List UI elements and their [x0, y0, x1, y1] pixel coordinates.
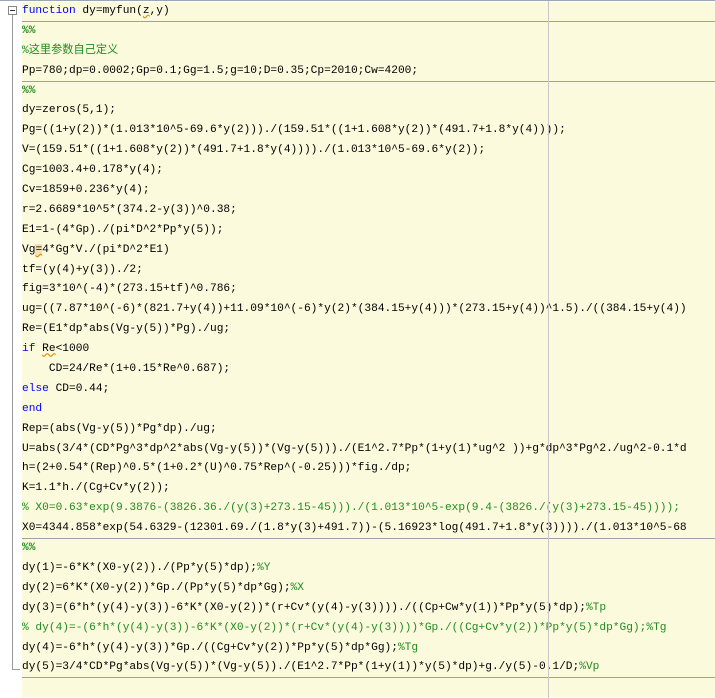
keyword-token: end [22, 402, 43, 415]
code-token: ug=((7.87*10^(-6)*(821.7+y(4))+11.09*10^… [22, 303, 687, 316]
code-token: Cg=1003.4+0.178*y(4); [22, 164, 163, 177]
code-line[interactable]: dy(5)=3/4*CD*Pg*abs(Vg-y(5))*(Vg-y(5))./… [22, 658, 715, 679]
comment-token: %Tp [585, 601, 607, 614]
editor-gutter [0, 1, 22, 698]
code-token: 4*Gg*V./(pi*D^2*E1) [42, 243, 170, 256]
code-token: Cv=1859+0.236*y(4); [22, 184, 150, 197]
comment-token: %这里参数自己定义 [22, 44, 119, 57]
right-margin-line [548, 1, 549, 698]
matlab-editor[interactable]: function dy=myfun(z,y)%% %这里参数自己定义 Pp=780;… [0, 0, 715, 698]
keyword-token: else [22, 382, 49, 395]
keyword-token: if [22, 343, 36, 356]
code-line[interactable]: Cv=1859+0.236*y(4); [22, 181, 715, 201]
code-line[interactable]: dy=zeros(5,1); [22, 101, 715, 121]
code-token: <1000 [55, 343, 90, 356]
code-token: dy=zeros(5,1); [22, 104, 116, 117]
code-line[interactable]: V=(159.51*((1+1.608*y(2))*(491.7+1.8*y(4… [22, 141, 715, 161]
code-line[interactable]: % X0=0.63*exp(9.3876-(3826.36./(y(3)+273… [22, 499, 715, 519]
code-line[interactable]: dy(1)=-6*K*(X0-y(2))./(Pp*y(5)*dp);%Y [22, 559, 715, 579]
code-token: Re=(E1*dp*abs(Vg-y(5))*Pg)./ug; [22, 323, 231, 336]
code-token: Vg [22, 243, 36, 256]
code-token: dy(2)=6*K*(X0-y(2))*Gp./(Pp*y(5)*dp*Gg); [22, 581, 291, 594]
code-token: CD=24/Re*(1+0.15*Re^0.687); [22, 363, 231, 376]
code-line[interactable]: Re=(E1*dp*abs(Vg-y(5))*Pg)./ug; [22, 320, 715, 340]
code-token: r=2.6689*10^5*(374.2-y(3))^0.38; [22, 203, 237, 216]
code-area[interactable]: function dy=myfun(z,y)%% %这里参数自己定义 Pp=780;… [22, 2, 715, 697]
code-line[interactable]: ug=((7.87*10^(-6)*(821.7+y(4))+11.09*10^… [22, 300, 715, 320]
fold-guide-line [12, 15, 13, 670]
code-token: h=(2+0.54*(Rep)^0.5*(1+0.2*(U)^0.75*Rep^… [22, 462, 412, 475]
code-token: Pp=780;dp=0.0002;Gp=0.1;Gg=1.5;g=10;D=0.… [22, 64, 419, 77]
comment-token: %Vp [579, 661, 600, 674]
code-token: dy(4)=-6*h*(y(4)-y(3))*Gp./((Cg+Cv*y(2))… [22, 641, 398, 654]
code-line[interactable]: else CD=0.44; [22, 380, 715, 400]
code-line[interactable]: K=1.1*h./(Cg+Cv*y(2)); [22, 479, 715, 499]
code-token: dy=myfun( [75, 5, 143, 17]
code-line[interactable]: function dy=myfun(z,y) [22, 2, 715, 22]
fold-guide-end [12, 669, 20, 670]
code-line[interactable]: if Re<1000 [22, 340, 715, 360]
code-token: U=abs(3/4*(CD*Pg^3*dp^2*abs(Vg-y(5))*(Vg… [22, 442, 687, 455]
code-line[interactable]: Vg=4*Gg*V./(pi*D^2*E1) [22, 241, 715, 261]
code-line[interactable]: dy(2)=6*K*(X0-y(2))*Gp./(Pp*y(5)*dp*Gg);… [22, 579, 715, 599]
code-line[interactable]: h=(2+0.54*(Rep)^0.5*(1+0.2*(U)^0.75*Rep^… [22, 459, 715, 479]
code-token: tf=(y(4)+y(3))./2; [22, 263, 143, 276]
code-line[interactable]: % dy(4)=-(6*h*(y(4)-y(3))-6*K*(X0-y(2))*… [22, 619, 715, 639]
code-token: X0=4344.858*exp(54.6329-(12301.69./(1.8*… [22, 522, 687, 535]
code-token: ,y) [149, 5, 170, 17]
comment-token: %X [290, 581, 304, 594]
code-line[interactable]: U=abs(3/4*(CD*Pg^3*dp^2*abs(Vg-y(5))*(Vg… [22, 440, 715, 460]
code-line[interactable]: Cg=1003.4+0.178*y(4); [22, 161, 715, 181]
code-line[interactable]: %这里参数自己定义 [22, 42, 715, 62]
code-token: dy(5)=3/4*CD*Pg*abs(Vg-y(5))*(Vg-y(5))./… [22, 661, 580, 674]
code-line[interactable]: dy(3)=(6*h*(y(4)-y(3))-6*K*(X0-y(2))*(r+… [22, 599, 715, 619]
code-token: K=1.1*h./(Cg+Cv*y(2)); [22, 482, 170, 495]
code-token: CD=0.44; [48, 382, 110, 395]
code-token: dy(3)=(6*h*(y(4)-y(3))-6*K*(X0-y(2))*(r+… [22, 601, 586, 614]
code-line[interactable]: %% [22, 539, 715, 559]
code-line[interactable]: tf=(y(4)+y(3))./2; [22, 261, 715, 281]
code-line[interactable]: X0=4344.858*exp(54.6329-(12301.69./(1.8*… [22, 519, 715, 540]
code-line[interactable]: end [22, 400, 715, 420]
code-line[interactable]: r=2.6689*10^5*(374.2-y(3))^0.38; [22, 201, 715, 221]
code-line[interactable]: dy(4)=-6*h*(y(4)-y(3))*Gp./((Cg+Cv*y(2))… [22, 639, 715, 659]
code-token: E1=1-(4*Gp)./(pi*D^2*Pp*y(5)); [22, 223, 224, 236]
code-token: dy(1)=-6*K*(X0-y(2))./(Pp*y(5)*dp); [22, 561, 257, 574]
code-line[interactable]: %% [22, 82, 715, 102]
warning-token: Re [42, 343, 56, 356]
code-line[interactable]: E1=1-(4*Gp)./(pi*D^2*Pp*y(5)); [22, 221, 715, 241]
comment-token: % dy(4)=-(6*h*(y(4)-y(3))-6*K*(X0-y(2))*… [22, 621, 667, 634]
comment-token: %% [22, 24, 36, 37]
fold-collapse-icon[interactable] [8, 6, 17, 15]
comment-token: %% [22, 542, 36, 555]
code-line[interactable]: fig=3*10^(-4)*(273.15+tf)^0.786; [22, 280, 715, 300]
keyword-token: function [22, 5, 76, 17]
code-line[interactable]: CD=24/Re*(1+0.15*Re^0.687); [22, 360, 715, 380]
code-line[interactable]: %% [22, 22, 715, 42]
code-token: fig=3*10^(-4)*(273.15+tf)^0.786; [22, 283, 237, 296]
code-token: V=(159.51*((1+1.608*y(2))*(491.7+1.8*y(4… [22, 144, 486, 157]
code-line[interactable]: Rep=(abs(Vg-y(5))*Pg*dp)./ug; [22, 420, 715, 440]
comment-token: %Tg [397, 641, 419, 654]
warning-token: z [142, 5, 150, 17]
code-token: Rep=(abs(Vg-y(5))*Pg*dp)./ug; [22, 422, 217, 435]
comment-token: %Y [256, 561, 271, 574]
code-token: Pg=((1+y(2))*(1.013*10^5-69.6*y(2)))./(1… [22, 124, 566, 137]
code-line[interactable]: Pp=780;dp=0.0002;Gp=0.1;Gg=1.5;g=10;D=0.… [22, 62, 715, 82]
code-line[interactable]: Pg=((1+y(2))*(1.013*10^5-69.6*y(2)))./(1… [22, 121, 715, 141]
comment-token: % X0=0.63*exp(9.3876-(3826.36./(y(3)+273… [22, 502, 680, 515]
comment-token: %% [22, 84, 36, 97]
